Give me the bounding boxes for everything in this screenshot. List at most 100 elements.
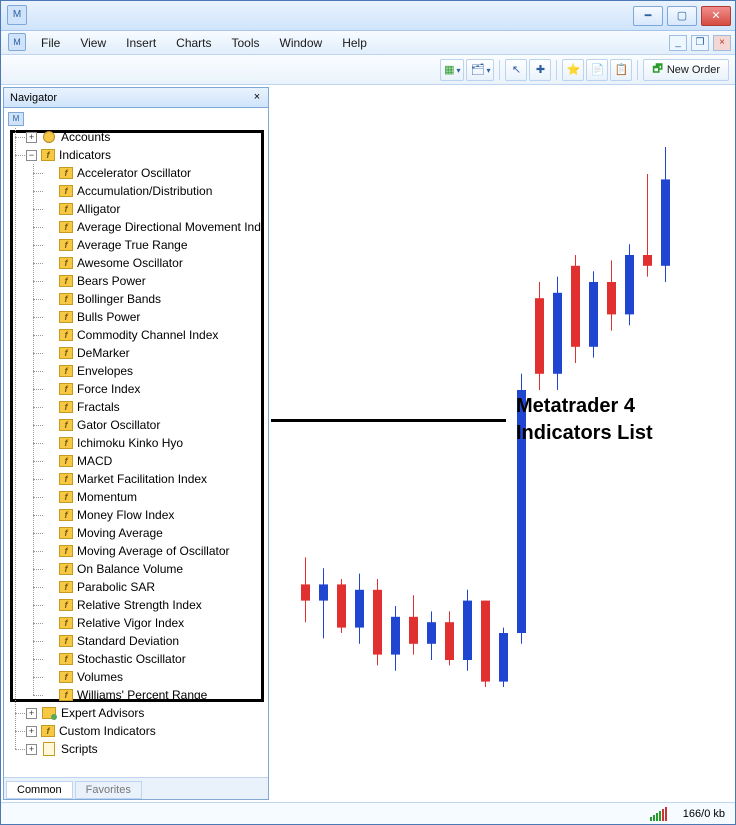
tree-indicator-item[interactable]: fIchimoku Kinko Hyo: [44, 434, 268, 452]
indicator-label: Moving Average of Oscillator: [77, 544, 230, 558]
indicator-label: Fractals: [77, 400, 120, 414]
tree-node-custom-indicators[interactable]: + f Custom Indicators: [26, 722, 268, 740]
metaeditor-button[interactable]: 📋: [610, 59, 632, 81]
tab-common[interactable]: Common: [6, 781, 73, 799]
tree-indicator-item[interactable]: fMACD: [44, 452, 268, 470]
accounts-label: Accounts: [61, 130, 110, 144]
tree-indicator-item[interactable]: fMoving Average: [44, 524, 268, 542]
menu-help[interactable]: Help: [332, 34, 377, 52]
mdi-restore-button[interactable]: ❐: [691, 35, 709, 51]
chevron-down-icon: [454, 64, 460, 76]
menu-insert[interactable]: Insert: [116, 34, 166, 52]
expand-icon[interactable]: +: [26, 744, 37, 755]
indicator-label: Momentum: [77, 490, 137, 504]
tree-indicator-item[interactable]: f Momentum: [44, 488, 268, 506]
tree-indicator-item[interactable]: fRelative Strength Index: [44, 596, 268, 614]
expand-icon[interactable]: +: [26, 726, 37, 737]
chevron-down-icon: [484, 64, 490, 76]
function-icon: f: [59, 239, 73, 251]
indicator-label: Relative Strength Index: [77, 598, 202, 612]
function-icon: f: [59, 491, 73, 503]
accounts-icon: [41, 130, 57, 144]
function-icon: f: [59, 401, 73, 413]
tree-indicator-item[interactable]: fOn Balance Volume: [44, 560, 268, 578]
menu-charts[interactable]: Charts: [166, 34, 221, 52]
menu-file[interactable]: File: [31, 34, 70, 52]
options-button[interactable]: 📄: [586, 59, 608, 81]
tree-indicator-item[interactable]: f Volumes: [44, 668, 268, 686]
tree-indicator-item[interactable]: f Average Directional Movement Ind: [44, 218, 268, 236]
navigator-close-button[interactable]: ×: [250, 91, 264, 105]
tab-favorites[interactable]: Favorites: [75, 781, 142, 799]
mdi-minimize-button[interactable]: _: [669, 35, 687, 51]
crosshair-button[interactable]: ✚: [529, 59, 551, 81]
cursor-icon: ↖: [512, 63, 521, 76]
toolbar: ▦ 🗂 ↖ ✚ ⭐ 📄 📋 🗗New Order: [1, 55, 735, 85]
expert-advisors-button[interactable]: ⭐: [562, 59, 584, 81]
tree-indicator-item[interactable]: f Awesome Oscillator: [44, 254, 268, 272]
maximize-button[interactable]: ▢: [667, 6, 697, 26]
function-icon: f: [59, 581, 73, 593]
close-button[interactable]: ✕: [701, 6, 731, 26]
tree-node-accounts[interactable]: + Accounts: [26, 128, 268, 146]
tree-indicator-item[interactable]: fAlligator: [44, 200, 268, 218]
indicators-children: fAccelerator OscillatorfAccumulation/Dis…: [26, 164, 268, 704]
mt-icon: M: [8, 112, 24, 126]
tree-indicator-item[interactable]: fDeMarker: [44, 344, 268, 362]
tree-indicator-item[interactable]: fMarket Facilitation Index: [44, 470, 268, 488]
minimize-button[interactable]: ━: [633, 6, 663, 26]
menu-tools[interactable]: Tools: [222, 34, 270, 52]
new-order-button[interactable]: 🗗New Order: [643, 59, 729, 81]
mdi-close-button[interactable]: ×: [713, 35, 731, 51]
indicator-label: Money Flow Index: [77, 508, 174, 522]
profiles-button[interactable]: 🗂: [466, 59, 494, 81]
navigator-tree: M + Accounts − f Indicators f: [4, 108, 268, 777]
function-icon: f: [59, 257, 73, 269]
tree-indicator-item[interactable]: fWilliams' Percent Range: [44, 686, 268, 704]
tree-indicator-item[interactable]: fAccelerator Oscillator: [44, 164, 268, 182]
tree-indicator-item[interactable]: fMoney Flow Index: [44, 506, 268, 524]
tree-indicator-item[interactable]: fMoving Average of Oscillator: [44, 542, 268, 560]
indicator-label: Gator Oscillator: [77, 418, 160, 432]
function-icon: f: [59, 221, 73, 233]
star-icon: ⭐: [567, 63, 581, 76]
tree-indicator-item[interactable]: f Average True Range: [44, 236, 268, 254]
tree-indicator-item[interactable]: fBulls Power: [44, 308, 268, 326]
tree-node-expert-advisors[interactable]: + Expert Advisors: [26, 704, 268, 722]
gear-icon: 📄: [591, 63, 605, 76]
tree-indicator-item[interactable]: fEnvelopes: [44, 362, 268, 380]
tree-indicator-item[interactable]: fForce Index: [44, 380, 268, 398]
tree-indicator-item[interactable]: fBears Power: [44, 272, 268, 290]
toolbar-separator: [637, 60, 638, 80]
chart-area[interactable]: Metatrader 4 Indicators List: [271, 87, 733, 800]
tree-indicator-item[interactable]: fStandard Deviation: [44, 632, 268, 650]
indicator-label: Bears Power: [77, 274, 146, 288]
tree-indicator-item[interactable]: f Parabolic SAR: [44, 578, 268, 596]
indicator-label: Awesome Oscillator: [77, 256, 183, 270]
new-chart-button[interactable]: ▦: [440, 59, 464, 81]
indicator-label: Parabolic SAR: [77, 580, 155, 594]
cursor-button[interactable]: ↖: [505, 59, 527, 81]
tree-indicator-item[interactable]: fRelative Vigor Index: [44, 614, 268, 632]
expand-icon[interactable]: +: [26, 132, 37, 143]
tree-indicator-item[interactable]: fGator Oscillator: [44, 416, 268, 434]
tree-indicator-item[interactable]: fBollinger Bands: [44, 290, 268, 308]
function-icon: f: [59, 671, 73, 683]
collapse-icon[interactable]: −: [26, 150, 37, 161]
expand-icon[interactable]: +: [26, 708, 37, 719]
tree-indicator-item[interactable]: fStochastic Oscillator: [44, 650, 268, 668]
tree-indicator-item[interactable]: fAccumulation/Distribution: [44, 182, 268, 200]
function-icon: f: [41, 149, 55, 161]
tree-indicator-item[interactable]: f Fractals: [44, 398, 268, 416]
indicator-label: Average True Range: [77, 238, 188, 252]
menu-window[interactable]: Window: [270, 34, 333, 52]
function-icon: f: [59, 455, 73, 467]
tree-node-scripts[interactable]: + Scripts: [26, 740, 268, 758]
tree-indicator-item[interactable]: fCommodity Channel Index: [44, 326, 268, 344]
tree-root-node[interactable]: M: [8, 110, 268, 128]
menu-view[interactable]: View: [70, 34, 116, 52]
indicator-label: Volumes: [77, 670, 123, 684]
function-icon: f: [59, 437, 73, 449]
tree-node-indicators[interactable]: − f Indicators: [26, 146, 268, 164]
indicator-label: Average Directional Movement Ind: [77, 220, 261, 234]
